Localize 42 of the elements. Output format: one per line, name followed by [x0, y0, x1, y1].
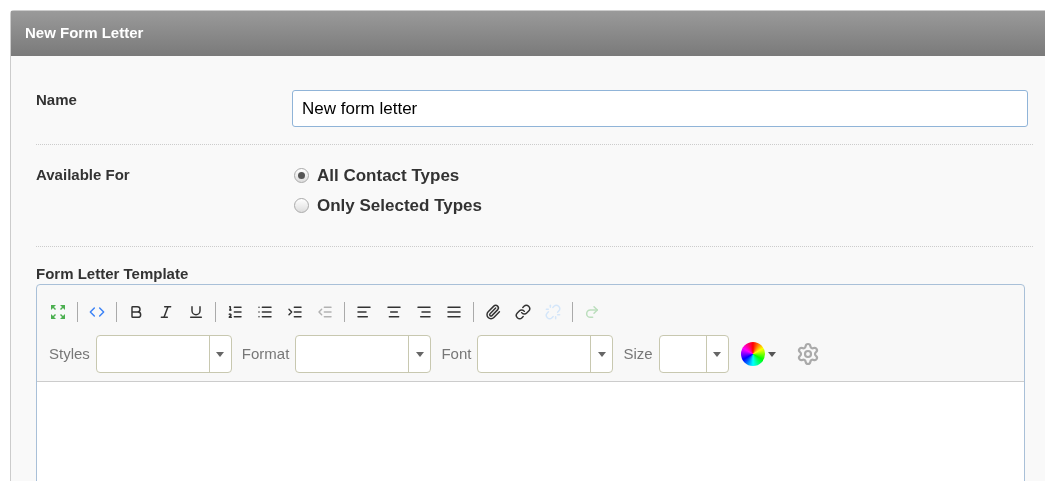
italic-icon — [158, 304, 174, 320]
code-icon — [89, 304, 105, 320]
radio-option[interactable]: Only Selected Types — [292, 192, 483, 218]
align-left-icon — [356, 304, 372, 320]
align-center-icon — [386, 304, 402, 320]
window-title: New Form Letter — [25, 23, 144, 44]
bulleted-list-icon — [257, 304, 273, 320]
name-field[interactable]: New form letter — [292, 90, 1028, 127]
align-right-icon — [416, 304, 432, 320]
underline-icon — [188, 304, 204, 320]
combo-label: Styles — [49, 343, 90, 364]
caret-icon — [216, 351, 225, 357]
caret-icon — [415, 351, 424, 357]
caret-icon — [713, 351, 722, 357]
caret-icon — [767, 351, 776, 357]
indent-icon — [287, 304, 303, 320]
combo-label: Format — [241, 343, 290, 364]
numbered-list-icon — [227, 304, 243, 320]
field-label: Available For — [36, 165, 131, 185]
outdent-icon — [317, 304, 333, 320]
curved-arrow-icon — [584, 304, 600, 320]
field-label: Name — [36, 90, 78, 110]
link-icon — [515, 304, 531, 320]
text-color-button[interactable] — [740, 342, 776, 366]
paperclip-icon — [485, 304, 501, 320]
justify-icon — [446, 304, 462, 320]
combo-field[interactable] — [95, 335, 232, 373]
radio-button[interactable] — [294, 197, 309, 213]
settings-icon — [795, 342, 820, 366]
combo-field[interactable] — [295, 335, 432, 373]
caret-icon — [597, 351, 606, 357]
maximize-icon — [50, 304, 66, 320]
unlink-icon — [545, 304, 561, 320]
bold-icon — [128, 304, 144, 320]
radio-button[interactable] — [294, 168, 309, 184]
radio-option[interactable]: All Contact Types — [292, 163, 483, 189]
combo-label: Size — [623, 343, 653, 364]
combo-field[interactable] — [658, 335, 729, 373]
section-label: Form Letter Template — [36, 265, 190, 283]
color-wheel-icon — [740, 342, 765, 366]
combo-label: Font — [441, 343, 472, 364]
combo-field[interactable] — [477, 335, 614, 373]
